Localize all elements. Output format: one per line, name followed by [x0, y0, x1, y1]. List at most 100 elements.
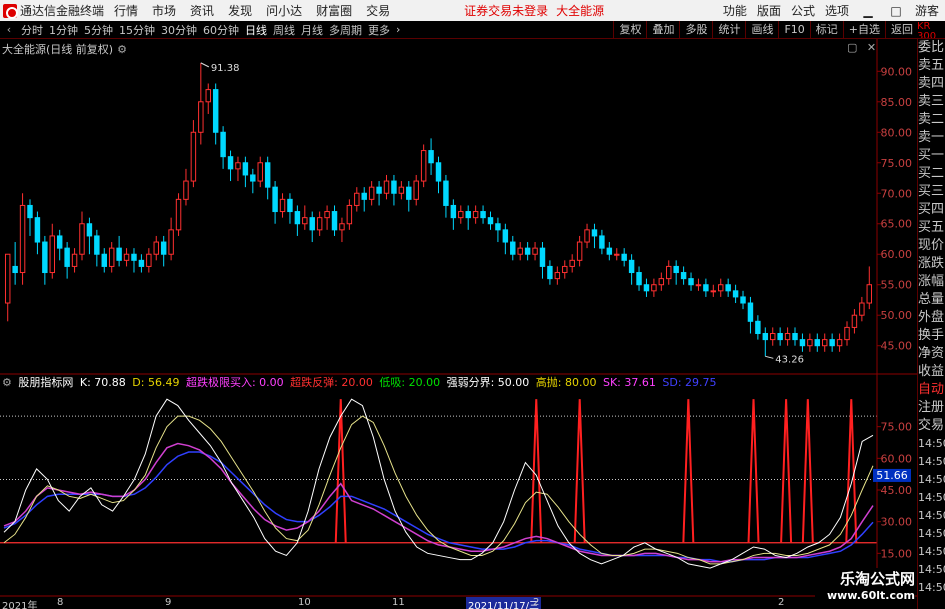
minimize-icon[interactable]: ▁	[859, 4, 877, 18]
candle	[569, 254, 575, 273]
period-60min[interactable]: 60分钟	[200, 22, 242, 38]
candle-body	[131, 253, 137, 261]
menu-trade[interactable]: 交易	[366, 2, 390, 19]
right-panel-item[interactable]: 注册	[918, 399, 945, 417]
candle	[56, 229, 63, 261]
menu-news[interactable]: 资讯	[190, 2, 214, 19]
menu-formula[interactable]: 公式	[791, 2, 815, 19]
tool-stats[interactable]: 统计	[712, 21, 745, 39]
app-name: 通达信金融终端	[20, 4, 105, 18]
trade-status[interactable]: 证券交易未登录	[464, 2, 548, 19]
period-intraday[interactable]: 分时	[18, 22, 46, 38]
candle-body	[866, 284, 873, 304]
candle-body	[435, 162, 442, 182]
close-icon[interactable]: ✕	[867, 41, 876, 54]
candle-body	[49, 235, 56, 274]
date-label-sep: 9	[165, 597, 172, 608]
menu-layout[interactable]: 版面	[757, 2, 781, 19]
candle	[666, 260, 672, 285]
candle	[480, 205, 486, 224]
period-more[interactable]: 更多	[365, 22, 393, 38]
candle	[413, 174, 419, 206]
right-panel-item: 净资	[918, 346, 945, 361]
right-panel-item: 委比	[918, 40, 945, 55]
period-30min[interactable]: 30分钟	[158, 22, 200, 38]
period-1min[interactable]: 1分钟	[46, 22, 81, 38]
candle	[242, 156, 249, 188]
candle	[316, 211, 323, 236]
candle-body	[851, 314, 858, 328]
tool-back[interactable]: 返回	[885, 21, 918, 39]
indicator-name[interactable]: 股朋指标网	[18, 376, 73, 389]
candle-body	[64, 247, 70, 267]
tool-mark[interactable]: 标记	[809, 21, 843, 39]
candle-body	[398, 186, 405, 194]
candle	[94, 229, 100, 267]
menu-market[interactable]: 市场	[152, 2, 176, 19]
candle	[123, 248, 130, 267]
candle-body	[799, 339, 806, 347]
indicator-sd: SD: 29.75	[662, 376, 717, 389]
candle-body	[569, 259, 575, 267]
stock-code: KR 300	[917, 22, 937, 38]
candle-body	[680, 272, 687, 280]
chevron-right-icon[interactable]: ›	[393, 23, 403, 36]
candle-body	[383, 180, 390, 194]
indicator-tick-label: 45.00	[881, 484, 913, 497]
watermark: 乐淘公式网 www.60lt.com	[815, 568, 915, 609]
candle-body	[183, 180, 189, 200]
candle-body	[27, 204, 33, 219]
period-15min[interactable]: 15分钟	[116, 22, 158, 38]
date-label-jan: 2	[778, 597, 785, 608]
candle-body	[4, 253, 11, 304]
menu-quotes[interactable]: 行情	[114, 2, 138, 19]
indicator-settings-icon[interactable]: ⚙	[2, 376, 12, 389]
candle	[235, 156, 241, 182]
menu-discover[interactable]: 发现	[228, 2, 252, 19]
right-panel-item[interactable]: 交易	[918, 417, 945, 435]
candle	[279, 193, 286, 218]
restore-icon[interactable]: ▢	[847, 41, 857, 54]
candle	[12, 242, 18, 285]
tool-f10[interactable]: F10	[778, 21, 809, 39]
tool-draw[interactable]: 画线	[745, 21, 778, 39]
candle-body	[420, 150, 427, 182]
chart-title: 大全能源(日线 前复权) ⚙	[2, 41, 127, 57]
tool-overlay[interactable]: 叠加	[646, 21, 679, 39]
candle-body	[175, 198, 182, 231]
gear-icon[interactable]: ⚙	[117, 43, 127, 56]
candle-body	[747, 302, 754, 322]
menu-ask[interactable]: 问小达	[266, 2, 302, 19]
candle-body	[354, 192, 360, 206]
candle-body	[458, 211, 464, 219]
period-multi[interactable]: 多周期	[326, 22, 365, 38]
candle	[859, 296, 865, 322]
tool-adjust[interactable]: 复权	[613, 21, 646, 39]
right-panel-item: 14:50	[918, 473, 945, 486]
tool-multi-stock[interactable]: 多股	[679, 21, 712, 39]
expand-icon[interactable]: ‹	[0, 23, 18, 36]
menu-wealth-circle[interactable]: 财富圈	[316, 2, 352, 19]
indicator-tick-label: 30.00	[881, 516, 913, 529]
period-weekly[interactable]: 周线	[270, 22, 298, 38]
period-daily[interactable]: 日线	[242, 22, 270, 38]
tool-add-watchlist[interactable]: +自选	[842, 21, 885, 39]
maximize-icon[interactable]: □	[887, 4, 905, 18]
candle-body	[331, 211, 338, 231]
indicator-chart[interactable]	[0, 385, 880, 597]
candle	[762, 327, 769, 357]
candle-body	[302, 217, 308, 225]
candle-body	[502, 229, 509, 243]
menu-function[interactable]: 功能	[723, 2, 747, 19]
right-panel-item[interactable]: 自动	[918, 381, 945, 399]
date-axis: 2021年 8 9 10 11 2021/11/17/三 2 2	[0, 597, 877, 609]
indicator-limit-buy: 超跌极限买入: 0.00	[185, 376, 284, 389]
menu-options[interactable]: 选项	[825, 2, 849, 19]
period-monthly[interactable]: 月线	[298, 22, 326, 38]
candle	[487, 211, 494, 230]
kline-chart[interactable]: 91.38 43.26	[0, 39, 880, 374]
user-label[interactable]: 游客	[915, 2, 939, 19]
title-bar: 通达信金融终端 行情 市场 资讯 发现 问小达 财富圈 交易 证券交易未登录 大…	[0, 0, 945, 21]
period-5min[interactable]: 5分钟	[81, 22, 116, 38]
candle	[108, 242, 115, 273]
